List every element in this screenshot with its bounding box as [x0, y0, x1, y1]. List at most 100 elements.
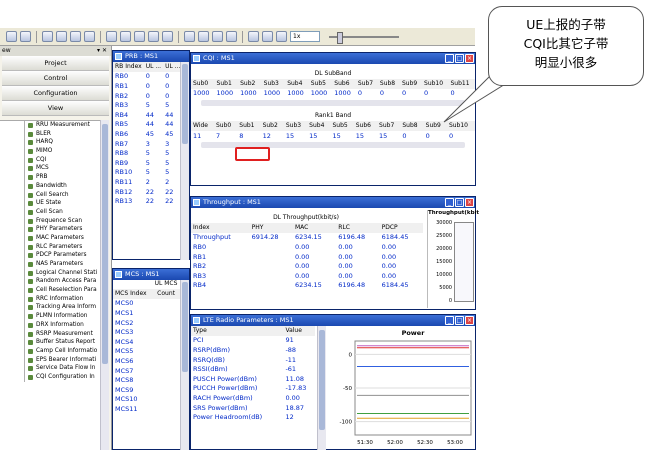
- table-row[interactable]: RB3 0.00 0.00 0.00: [191, 271, 423, 281]
- tree-item[interactable]: NAS Parameters: [0, 260, 100, 269]
- grid-icon[interactable]: [162, 31, 173, 42]
- tree-item[interactable]: Buffer Status Report: [0, 338, 100, 347]
- column-header[interactable]: Sub4: [307, 121, 331, 131]
- pause-icon[interactable]: [212, 31, 223, 42]
- table-row[interactable]: Power Headroom(dB) 12: [191, 412, 315, 422]
- tree-item[interactable]: MCS: [0, 164, 100, 174]
- table-row[interactable]: RB1 0.00 0.00 0.00: [191, 252, 423, 262]
- tree-item[interactable]: Logical Channel Stati: [0, 268, 100, 278]
- mcs-titlebar[interactable]: MCS : MS1: [113, 269, 189, 280]
- nav-button-control[interactable]: Control: [2, 71, 109, 86]
- tree-item[interactable]: DRX Information: [0, 320, 100, 330]
- table-row[interactable]: MCS11: [113, 404, 181, 414]
- table-row[interactable]: MCS8: [113, 375, 181, 385]
- table-row[interactable]: 11 7 8 12 15 15 15 15 15 0 0 0: [191, 131, 475, 141]
- prb-scroll-thumb[interactable]: [182, 64, 188, 144]
- close-button[interactable]: ×: [465, 316, 474, 325]
- column-header[interactable]: RB Index: [113, 62, 144, 72]
- radio-titlebar[interactable]: LTE Radio Parameters : MS1 _ □ ×: [191, 315, 475, 326]
- table-row[interactable]: RB4 44 44: [113, 110, 182, 120]
- connect-icon[interactable]: [42, 31, 53, 42]
- column-header[interactable]: Sub3: [261, 79, 286, 89]
- column-header[interactable]: MCS Index: [113, 289, 156, 299]
- nav-button-view[interactable]: View: [2, 101, 109, 116]
- table-row[interactable]: RSRQ(dB) -11: [191, 355, 315, 365]
- tree-scroll-thumb[interactable]: [102, 124, 108, 364]
- column-header[interactable]: MAC: [292, 223, 337, 233]
- column-header[interactable]: Sub6: [332, 79, 356, 89]
- column-header[interactable]: Value: [283, 326, 315, 336]
- window-icon[interactable]: [84, 31, 95, 42]
- table-row[interactable]: MCS4: [113, 337, 181, 347]
- panel-controls-icon[interactable]: ▾ ✕: [97, 46, 107, 56]
- column-header[interactable]: Sub8: [400, 121, 424, 131]
- export-icon[interactable]: [226, 31, 237, 42]
- table-row[interactable]: RB7 3 3: [113, 139, 182, 149]
- nav-button-configuration[interactable]: Configuration: [2, 86, 109, 101]
- tree-scrollbar[interactable]: [100, 120, 109, 450]
- table-row[interactable]: MCS10: [113, 395, 181, 405]
- tree-item[interactable]: MAC Parameters: [0, 233, 100, 243]
- table-row[interactable]: RB2 0.00 0.00 0.00: [191, 261, 423, 271]
- tree-item[interactable]: BLER: [0, 129, 100, 139]
- radio-scroll-thumb[interactable]: [319, 330, 325, 430]
- tree-item[interactable]: PHY Parameters: [0, 225, 100, 234]
- table-row[interactable]: RB12 22 22: [113, 187, 182, 197]
- column-header[interactable]: UL ...: [143, 62, 164, 72]
- table-row[interactable]: MCS7: [113, 366, 181, 376]
- tree-item[interactable]: RSRP Measurement: [0, 329, 100, 339]
- rewind-icon[interactable]: [276, 31, 287, 42]
- table-row[interactable]: MCS3: [113, 327, 181, 337]
- table-row[interactable]: RB8 5 5: [113, 148, 182, 158]
- table-row[interactable]: 1000 1000 1000 1000 1000 1000 1000 0 0 0 0 0: [191, 89, 475, 99]
- column-header[interactable]: Sub4: [285, 79, 309, 89]
- open-icon[interactable]: [6, 31, 17, 42]
- table-row[interactable]: MCS2: [113, 318, 181, 328]
- tree-item[interactable]: Cell Search: [0, 190, 100, 200]
- column-header[interactable]: Type: [191, 326, 284, 336]
- table-row[interactable]: RB2 0 0: [113, 91, 182, 101]
- column-header[interactable]: Sub9: [399, 79, 423, 89]
- table-row[interactable]: MCS0: [113, 299, 181, 309]
- column-header[interactable]: RLC: [336, 223, 380, 233]
- table-row[interactable]: RB6 45 45: [113, 129, 182, 139]
- tree-item[interactable]: CQI Configuration In: [0, 372, 100, 382]
- tree-item[interactable]: Cell Scan: [0, 207, 100, 217]
- mcs-scroll-thumb[interactable]: [182, 282, 188, 372]
- column-header[interactable]: Sub1: [237, 121, 261, 131]
- tree-item[interactable]: PRB: [0, 173, 100, 182]
- minimize-button[interactable]: _: [445, 198, 454, 207]
- play-icon[interactable]: [248, 31, 259, 42]
- disconnect-icon[interactable]: [56, 31, 67, 42]
- column-header[interactable]: PHY: [249, 223, 293, 233]
- tree-item[interactable]: Cell Reselection Para: [0, 286, 100, 295]
- column-header[interactable]: Sub1: [214, 79, 239, 89]
- tree-item[interactable]: Frequence Scan: [0, 216, 100, 226]
- grid-icon[interactable]: [148, 31, 159, 42]
- tree-item[interactable]: Bandwidth: [0, 181, 100, 191]
- table-row[interactable]: RB0 0.00 0.00 0.00: [191, 242, 423, 252]
- column-header[interactable]: Sub2: [260, 121, 284, 131]
- tree-item[interactable]: Service Data Flow In: [0, 364, 100, 373]
- table-row[interactable]: MCS9: [113, 385, 181, 395]
- grid-icon[interactable]: [134, 31, 145, 42]
- tree-item[interactable]: RLC Parameters: [0, 242, 100, 252]
- column-header[interactable]: Sub6: [353, 121, 378, 131]
- table-row[interactable]: PUCCH Power(dBm) -17.83: [191, 384, 315, 394]
- table-row[interactable]: RSSI(dBm) -61: [191, 364, 315, 374]
- zoom-select[interactable]: 1x: [290, 31, 320, 42]
- tree-item[interactable]: UE State: [0, 199, 100, 208]
- table-row[interactable]: RB10 5 5: [113, 168, 182, 178]
- throughput-titlebar[interactable]: Throughput : MS1 _ □ ×: [191, 197, 475, 208]
- column-header[interactable]: Sub2: [238, 79, 262, 89]
- close-button[interactable]: ×: [465, 198, 474, 207]
- table-row[interactable]: RB9 5 5: [113, 158, 182, 168]
- mcs-scrollbar[interactable]: [180, 280, 189, 450]
- table-row[interactable]: PUSCH Power(dBm) 11.08: [191, 374, 315, 384]
- record-icon[interactable]: [184, 31, 195, 42]
- table-row[interactable]: RB3 5 5: [113, 100, 182, 110]
- table-row[interactable]: RB11 2 2: [113, 177, 182, 187]
- column-header[interactable]: Sub3: [283, 121, 308, 131]
- cqi-titlebar[interactable]: CQI : MS1 _ □ ×: [191, 53, 475, 64]
- subband-hscroll[interactable]: [201, 100, 465, 107]
